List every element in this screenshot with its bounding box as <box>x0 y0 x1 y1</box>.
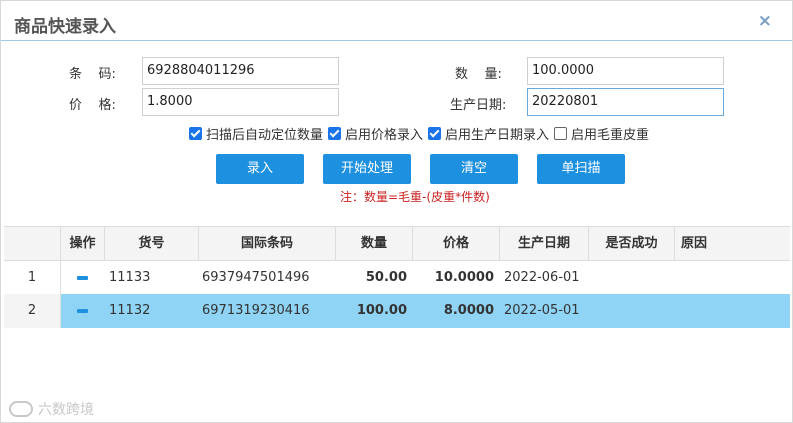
barcode-input[interactable]: 6928804011296 <box>142 57 339 85</box>
formula-note: 注：数量=毛重-(皮重*件数) <box>340 190 490 204</box>
clear-button[interactable]: 清空 <box>430 154 518 184</box>
remove-row-icon[interactable] <box>77 309 88 313</box>
header-production-date[interactable]: 生产日期 <box>500 227 589 261</box>
header-price[interactable]: 价格 <box>413 227 500 261</box>
option-label: 扫描后自动定位数量 <box>206 127 324 143</box>
watermark-logo-icon <box>9 401 33 417</box>
cell-price: 10.0000 <box>434 270 494 285</box>
cell-price: 8.0000 <box>443 303 494 318</box>
row-number: 2 <box>4 294 61 328</box>
header-quantity[interactable]: 数量 <box>336 227 413 261</box>
checkbox-checked-icon[interactable] <box>428 126 442 140</box>
header-rownum <box>4 227 61 261</box>
header-success[interactable]: 是否成功 <box>589 227 675 261</box>
quantity-label: 数 量: <box>455 67 502 82</box>
production-date-input[interactable]: 20220801 <box>527 88 724 116</box>
dialog-title: 商品快速录入 <box>14 17 116 37</box>
table-header: 操作 货号 国际条码 数量 价格 生产日期 是否成功 原因 <box>4 227 790 261</box>
remove-row-icon[interactable] <box>77 276 88 280</box>
row-number: 1 <box>4 261 61 295</box>
close-icon[interactable]: × <box>758 11 772 31</box>
header-reason[interactable]: 原因 <box>675 227 790 261</box>
items-table: 操作 货号 国际条码 数量 价格 生产日期 是否成功 原因 1 11133 69… <box>4 226 790 422</box>
cell-quantity: 50.00 <box>365 270 407 285</box>
cell-barcode: 6971319230416 <box>202 303 310 318</box>
option-label: 启用生产日期录入 <box>445 127 550 143</box>
cell-production-date: 2022-06-01 <box>504 270 580 285</box>
cell-item-no: 11133 <box>109 270 151 285</box>
single-scan-button[interactable]: 单扫描 <box>537 154 625 184</box>
production-date-label: 生产日期: <box>450 98 507 113</box>
quantity-input[interactable]: 100.0000 <box>527 57 724 85</box>
price-label: 价 格: <box>69 98 116 113</box>
option-auto-locate-qty[interactable]: 扫描后自动定位数量 <box>189 124 323 143</box>
watermark: 六数跨境 <box>9 399 94 419</box>
header-barcode[interactable]: 国际条码 <box>199 227 336 261</box>
option-enable-gross-tare[interactable]: 启用毛重皮重 <box>554 124 649 143</box>
cell-item-no: 11132 <box>109 303 151 318</box>
dialog-titlebar: 商品快速录入 × <box>1 1 792 41</box>
enter-button[interactable]: 录入 <box>216 154 304 184</box>
quick-entry-dialog: 商品快速录入 × 条 码: 6928804011296 数 量: 100.000… <box>0 0 793 423</box>
cell-quantity: 100.00 <box>356 303 407 318</box>
option-enable-price[interactable]: 启用价格录入 <box>328 124 423 143</box>
checkbox-checked-icon[interactable] <box>189 126 202 140</box>
price-input[interactable]: 1.8000 <box>142 88 339 116</box>
cell-production-date: 2022-05-01 <box>504 303 580 318</box>
checkbox-unchecked-icon[interactable] <box>554 126 568 140</box>
options-row: 扫描后自动定位数量 启用价格录入 启用生产日期录入 启用毛重皮重 <box>189 124 654 143</box>
table-row-selected[interactable]: 2 11132 6971319230416 100.00 8.0000 2022… <box>4 294 790 328</box>
barcode-label: 条 码: <box>69 67 116 82</box>
option-enable-production-date[interactable]: 启用生产日期录入 <box>428 124 549 143</box>
option-label: 启用价格录入 <box>345 127 424 143</box>
option-label: 启用毛重皮重 <box>571 127 650 143</box>
checkbox-checked-icon[interactable] <box>328 126 342 140</box>
watermark-text: 六数跨境 <box>38 402 94 418</box>
start-processing-button[interactable]: 开始处理 <box>323 154 411 184</box>
table-row[interactable]: 1 11133 6937947501496 50.00 10.0000 2022… <box>4 261 790 295</box>
header-item-no[interactable]: 货号 <box>105 227 199 261</box>
cell-barcode: 6937947501496 <box>202 270 310 285</box>
header-action[interactable]: 操作 <box>61 227 105 261</box>
